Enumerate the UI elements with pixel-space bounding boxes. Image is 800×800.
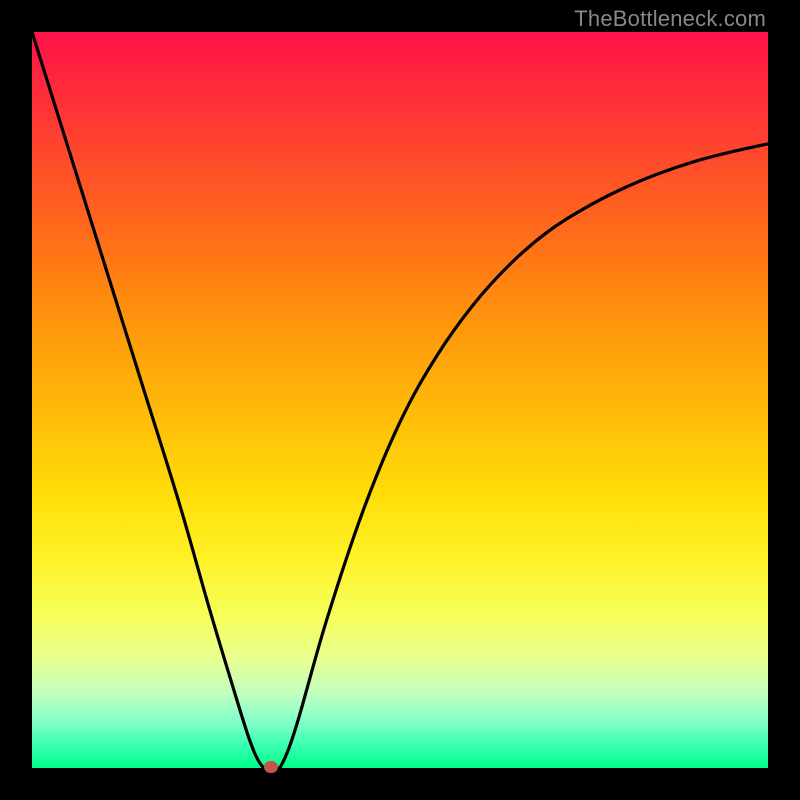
bottleneck-curve — [32, 32, 768, 769]
chart-frame: TheBottleneck.com — [0, 0, 800, 800]
watermark-text: TheBottleneck.com — [574, 6, 766, 32]
min-marker — [264, 761, 278, 773]
plot-area — [32, 32, 768, 768]
curve-svg — [32, 32, 768, 768]
